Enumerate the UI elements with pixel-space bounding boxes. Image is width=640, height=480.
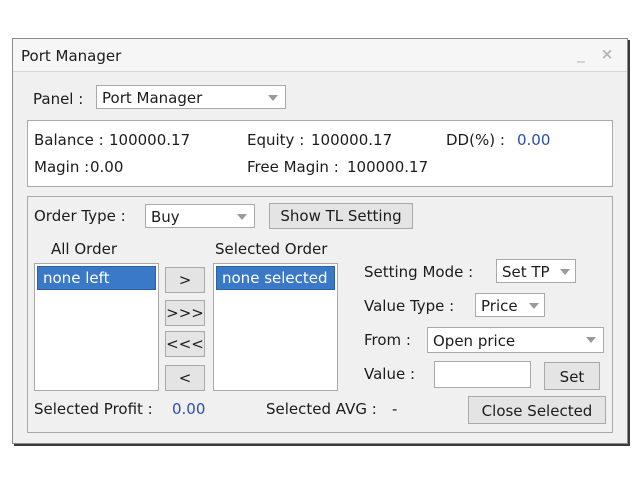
move-left-button[interactable]: <: [165, 365, 205, 391]
balance-label: Balance :: [34, 131, 104, 149]
list-item[interactable]: none selected: [216, 266, 335, 290]
all-order-header: All Order: [51, 240, 117, 258]
margin-value: 0.00: [90, 158, 124, 176]
chevron-down-icon: [529, 303, 539, 309]
selected-order-header: Selected Order: [215, 240, 328, 258]
all-order-list[interactable]: none left: [34, 263, 159, 391]
show-tl-setting-button[interactable]: Show TL Setting: [269, 203, 413, 229]
free-margin-label: Free Magin :: [247, 158, 339, 176]
balance-value: 100000.17: [109, 131, 191, 149]
order-type-label: Order Type :: [34, 207, 126, 225]
move-all-right-button[interactable]: >>>: [165, 300, 205, 326]
title-bar[interactable]: Port Manager _ ×: [13, 39, 627, 72]
order-type-value: Buy: [151, 208, 180, 226]
selected-order-list[interactable]: none selected: [213, 263, 338, 391]
dd-value: 0.00: [517, 131, 551, 149]
selected-avg-label: Selected AVG :: [266, 400, 377, 418]
equity-label: Equity :: [247, 131, 305, 149]
from-label: From :: [364, 331, 411, 349]
setting-mode-label: Setting Mode :: [364, 263, 474, 281]
minimize-icon[interactable]: _: [573, 45, 589, 63]
value-input[interactable]: [434, 361, 531, 388]
free-margin-value: 100000.17: [347, 158, 429, 176]
move-right-button[interactable]: >: [165, 267, 205, 293]
margin-label: Magin :: [34, 158, 90, 176]
chevron-down-icon: [560, 269, 570, 275]
setting-mode-dropdown[interactable]: Set TP: [496, 259, 576, 283]
setting-mode-value: Set TP: [502, 263, 550, 281]
value-label: Value :: [364, 365, 416, 383]
panel-label: Panel :: [33, 90, 84, 108]
equity-value: 100000.17: [311, 131, 393, 149]
order-type-dropdown[interactable]: Buy: [145, 204, 255, 228]
window-title: Port Manager: [21, 47, 122, 65]
value-type-dropdown[interactable]: Price: [475, 293, 545, 317]
chevron-down-icon: [586, 337, 596, 343]
from-value: Open price: [433, 332, 516, 350]
move-all-left-button[interactable]: <<<: [165, 331, 205, 357]
dd-label: DD(%) :: [446, 131, 505, 149]
panel-dropdown[interactable]: Port Manager: [96, 85, 286, 109]
value-type-label: Value Type :: [364, 297, 455, 315]
port-manager-window: Port Manager _ × Panel : Port Manager Ba…: [12, 38, 628, 444]
close-icon[interactable]: ×: [599, 45, 615, 63]
selected-profit-label: Selected Profit :: [34, 400, 153, 418]
set-button[interactable]: Set: [544, 362, 600, 390]
from-dropdown[interactable]: Open price: [427, 327, 604, 353]
list-item[interactable]: none left: [37, 266, 156, 290]
chevron-down-icon: [237, 214, 247, 220]
account-info-box: Balance : 100000.17 Equity : 100000.17 D…: [27, 120, 613, 187]
selected-profit-value: 0.00: [172, 400, 206, 418]
value-type-value: Price: [481, 297, 518, 315]
chevron-down-icon: [268, 95, 278, 101]
selected-avg-value: -: [392, 400, 398, 418]
order-management-box: Order Type : Buy Show TL Setting All Ord…: [27, 196, 613, 433]
close-selected-button[interactable]: Close Selected: [468, 396, 606, 424]
panel-dropdown-value: Port Manager: [102, 89, 203, 107]
